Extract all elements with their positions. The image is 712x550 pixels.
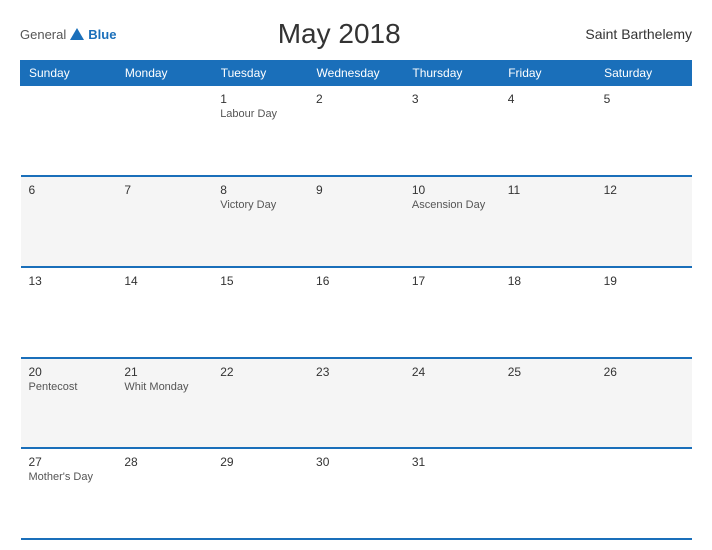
day-cell: 27 Mother's Day [21,448,117,539]
day-cell: 25 [500,358,596,449]
day-number: 6 [29,183,109,197]
day-number: 30 [316,455,396,469]
day-cell: 9 [308,176,404,267]
week-row-4: 20 Pentecost 21 Whit Monday 22 23 24 25 26 [21,358,692,449]
day-number: 12 [604,183,684,197]
col-wednesday: Wednesday [308,61,404,86]
region-label: Saint Barthelemy [562,26,692,42]
day-cell [500,448,596,539]
day-number: 10 [412,183,492,197]
day-cell: 20 Pentecost [21,358,117,449]
day-cell: 3 [404,86,500,177]
day-cell: 22 [212,358,308,449]
day-cell: 12 [596,176,692,267]
day-cell: 14 [116,267,212,358]
day-cell: 23 [308,358,404,449]
day-cell: 28 [116,448,212,539]
col-thursday: Thursday [404,61,500,86]
week-row-3: 13 14 15 16 17 18 19 [21,267,692,358]
calendar-title: May 2018 [116,18,562,50]
day-event: Mother's Day [29,471,109,483]
calendar-table: Sunday Monday Tuesday Wednesday Thursday… [20,60,692,540]
day-cell [21,86,117,177]
day-number: 20 [29,365,109,379]
day-event: Labour Day [220,108,300,120]
day-cell: 2 [308,86,404,177]
top-bar: General Blue May 2018 Saint Barthelemy [20,18,692,50]
calendar-page: General Blue May 2018 Saint Barthelemy S… [0,0,712,550]
day-number: 13 [29,274,109,288]
day-cell: 10 Ascension Day [404,176,500,267]
day-number: 31 [412,455,492,469]
day-number: 23 [316,365,396,379]
day-number: 18 [508,274,588,288]
day-cell: 11 [500,176,596,267]
day-event: Whit Monday [124,381,204,393]
day-number: 2 [316,92,396,106]
day-cell: 13 [21,267,117,358]
logo-blue: Blue [88,27,116,42]
day-cell: 18 [500,267,596,358]
day-number: 9 [316,183,396,197]
day-event: Pentecost [29,381,109,393]
day-cell: 31 [404,448,500,539]
header-row: Sunday Monday Tuesday Wednesday Thursday… [21,61,692,86]
day-number: 7 [124,183,204,197]
day-number: 26 [604,365,684,379]
day-number: 3 [412,92,492,106]
day-cell: 17 [404,267,500,358]
day-cell: 21 Whit Monday [116,358,212,449]
day-cell: 26 [596,358,692,449]
day-cell: 24 [404,358,500,449]
col-tuesday: Tuesday [212,61,308,86]
day-cell: 16 [308,267,404,358]
day-number: 24 [412,365,492,379]
day-cell: 5 [596,86,692,177]
col-monday: Monday [116,61,212,86]
day-cell: 30 [308,448,404,539]
day-cell: 4 [500,86,596,177]
day-cell: 15 [212,267,308,358]
col-sunday: Sunday [21,61,117,86]
day-cell [596,448,692,539]
day-number: 1 [220,92,300,106]
col-friday: Friday [500,61,596,86]
day-event: Ascension Day [412,199,492,211]
day-number: 14 [124,274,204,288]
day-number: 27 [29,455,109,469]
day-number: 28 [124,455,204,469]
week-row-1: 1 Labour Day 2 3 4 5 [21,86,692,177]
day-cell: 1 Labour Day [212,86,308,177]
day-cell [116,86,212,177]
day-cell: 29 [212,448,308,539]
logo-general: General [20,27,66,42]
day-number: 15 [220,274,300,288]
day-event: Victory Day [220,199,300,211]
day-cell: 7 [116,176,212,267]
day-number: 4 [508,92,588,106]
day-number: 19 [604,274,684,288]
week-row-2: 6 7 8 Victory Day 9 10 Ascension Day 11 12 [21,176,692,267]
day-cell: 19 [596,267,692,358]
week-row-5: 27 Mother's Day 28 29 30 31 [21,448,692,539]
logo-triangle-icon [70,28,84,40]
day-number: 11 [508,183,588,197]
logo: General Blue [20,25,116,43]
day-cell: 8 Victory Day [212,176,308,267]
day-number: 22 [220,365,300,379]
day-cell: 6 [21,176,117,267]
day-number: 29 [220,455,300,469]
day-number: 5 [604,92,684,106]
day-number: 8 [220,183,300,197]
day-number: 21 [124,365,204,379]
day-number: 25 [508,365,588,379]
day-number: 16 [316,274,396,288]
col-saturday: Saturday [596,61,692,86]
day-number: 17 [412,274,492,288]
